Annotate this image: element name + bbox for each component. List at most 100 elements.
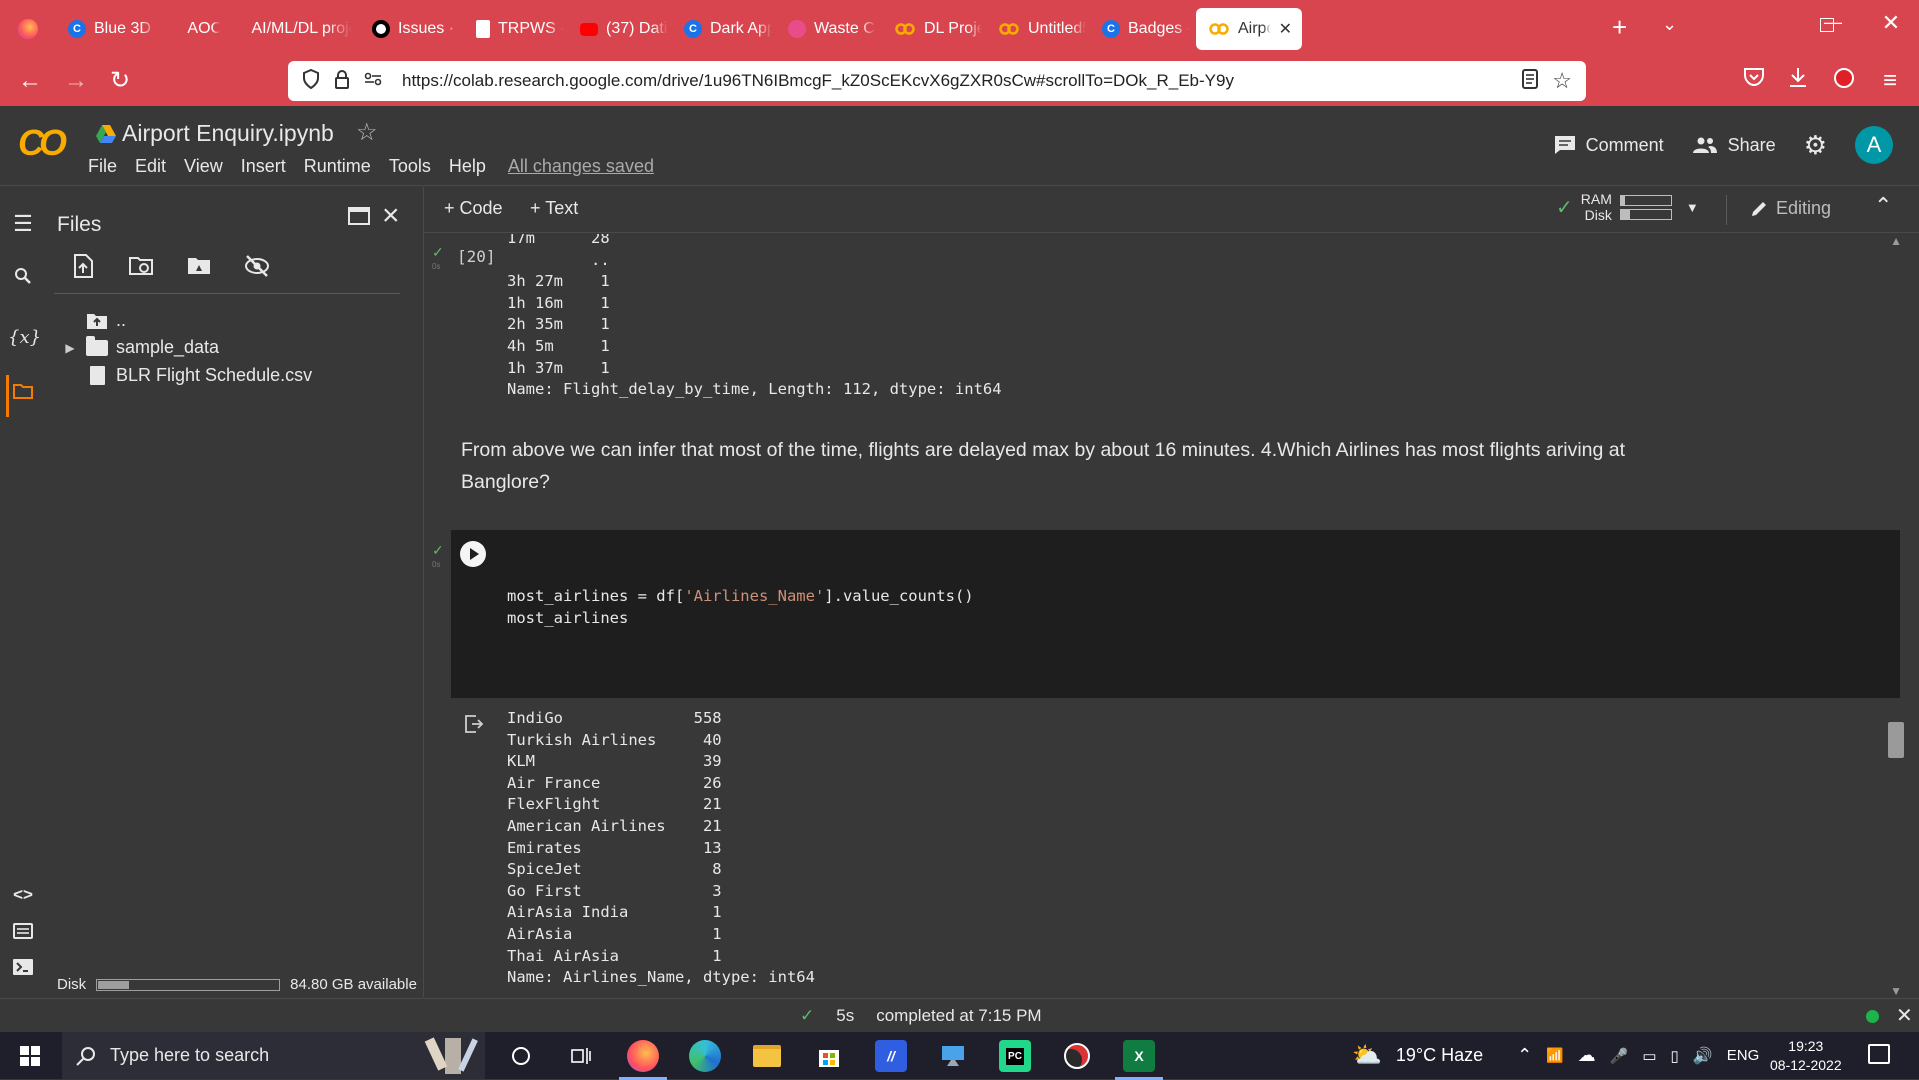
- close-panel-icon[interactable]: ×: [382, 201, 400, 231]
- firefox-taskbar-icon[interactable]: [619, 1040, 667, 1080]
- browser-tab[interactable]: C Badges - C: [1090, 8, 1190, 50]
- restore-icon[interactable]: [1820, 18, 1834, 32]
- close-window-icon[interactable]: ✕: [1876, 10, 1906, 36]
- menu-insert[interactable]: Insert: [241, 156, 286, 177]
- menu-file[interactable]: File: [88, 156, 117, 177]
- tab-list-chevron-icon[interactable]: ⌄: [1662, 14, 1677, 35]
- microphone-icon[interactable]: 🎤: [1610, 1047, 1629, 1065]
- browser-tab[interactable]: Waste Colle: [776, 8, 876, 50]
- forward-icon[interactable]: →: [60, 66, 92, 96]
- pycharm-icon[interactable]: PC: [999, 1040, 1031, 1072]
- onedrive-cloud-icon[interactable]: ☁: [1578, 1045, 1596, 1066]
- avatar[interactable]: A: [1855, 126, 1893, 164]
- back-icon[interactable]: ←: [14, 66, 46, 96]
- reload-icon[interactable]: ↻: [104, 66, 136, 96]
- file-tree-item[interactable]: BLR Flight Schedule.csv: [62, 365, 312, 386]
- table-of-contents-icon[interactable]: ☰: [8, 211, 38, 237]
- browser-tab[interactable]: C Blue 3D Ele: [56, 8, 156, 50]
- execution-status[interactable]: ✓ 5s completed at 7:15 PM: [800, 1006, 1042, 1026]
- share-button[interactable]: Share: [1692, 135, 1776, 156]
- browser-tab[interactable]: (37) Dating: [568, 8, 668, 50]
- task-view-icon[interactable]: [565, 1040, 597, 1072]
- output-actions-icon[interactable]: [464, 714, 484, 734]
- search-icon[interactable]: [8, 267, 38, 290]
- language-indicator[interactable]: ENG: [1727, 1047, 1760, 1064]
- add-code-cell-button[interactable]: + Code: [444, 198, 503, 219]
- variables-icon[interactable]: {x}: [8, 327, 41, 348]
- browser-tab[interactable]: Issues · GDS: [360, 8, 460, 50]
- volume-icon[interactable]: 🔊: [1693, 1046, 1713, 1066]
- bookmark-star-icon[interactable]: ☆: [1552, 68, 1572, 94]
- excel-icon[interactable]: X: [1115, 1040, 1163, 1080]
- browser-tab[interactable]: C Dark App F: [672, 8, 772, 50]
- expand-caret-icon[interactable]: ▶: [62, 341, 78, 355]
- editing-mode-button[interactable]: Editing: [1750, 198, 1831, 219]
- notification-center-icon[interactable]: [1868, 1044, 1890, 1064]
- browser-tab[interactable]: DL Project: [882, 8, 982, 50]
- app-icon-m[interactable]: //: [875, 1040, 907, 1072]
- url-bar[interactable]: https://colab.research.google.com/drive/…: [288, 61, 1586, 101]
- pocket-icon[interactable]: [1738, 66, 1770, 96]
- file-tree-item[interactable]: ▶ sample_data: [62, 335, 219, 358]
- menu-edit[interactable]: Edit: [135, 156, 166, 177]
- comment-button[interactable]: Comment: [1554, 135, 1664, 156]
- terminal-icon[interactable]: [8, 959, 38, 980]
- menu-runtime[interactable]: Runtime: [304, 156, 371, 177]
- shield-icon[interactable]: [302, 68, 320, 94]
- hide-files-icon[interactable]: [244, 253, 270, 279]
- site-permissions-icon[interactable]: [364, 71, 382, 91]
- weather-text[interactable]: 19°C Haze: [1396, 1045, 1483, 1066]
- mount-drive-icon[interactable]: [186, 253, 212, 279]
- code-editor[interactable]: most_airlines = df['Airlines_Name'].valu…: [507, 586, 974, 629]
- windows-start-icon[interactable]: [20, 1046, 40, 1066]
- browser-tab[interactable]: Untitled55.: [986, 8, 1086, 50]
- app-icon-circle[interactable]: [1061, 1040, 1093, 1072]
- notebook-title[interactable]: Airport Enquiry.ipynb: [96, 120, 334, 147]
- menu-tools[interactable]: Tools: [389, 156, 431, 177]
- save-status[interactable]: All changes saved: [508, 156, 654, 177]
- hamburger-menu-icon[interactable]: ≡: [1874, 66, 1906, 96]
- file-explorer-icon[interactable]: [751, 1040, 783, 1072]
- weather-cloud-icon[interactable]: ⛅: [1352, 1041, 1382, 1070]
- parent-folder-row[interactable]: ..: [62, 310, 126, 331]
- markdown-cell[interactable]: From above we can infer that most of the…: [461, 434, 1671, 498]
- reader-view-icon[interactable]: [1522, 68, 1539, 94]
- clock[interactable]: 19:23 08-12-2022: [1770, 1037, 1842, 1075]
- browser-tab[interactable]: TRPWS - H: [464, 8, 564, 50]
- edge-taskbar-icon[interactable]: [689, 1040, 721, 1072]
- scrollbar[interactable]: ▲ ▼: [1888, 234, 1904, 998]
- close-tab-icon[interactable]: ✕: [1279, 19, 1302, 39]
- lock-icon[interactable]: [334, 69, 350, 94]
- refresh-folder-icon[interactable]: [128, 253, 154, 279]
- command-palette-icon[interactable]: [8, 923, 38, 944]
- open-in-tab-icon[interactable]: [348, 207, 370, 225]
- code-cell[interactable]: most_airlines = df['Airlines_Name'].valu…: [451, 530, 1900, 698]
- settings-gear-icon[interactable]: ⚙: [1804, 130, 1827, 161]
- tray-chevron-up-icon[interactable]: ⌃: [1517, 1045, 1532, 1066]
- star-icon[interactable]: ☆: [356, 118, 378, 147]
- close-status-icon[interactable]: ✕: [1896, 1003, 1913, 1028]
- menu-help[interactable]: Help: [449, 156, 486, 177]
- cortana-circle-icon[interactable]: [505, 1040, 537, 1072]
- files-folder-icon[interactable]: [8, 383, 38, 404]
- collapse-chevron-up-icon[interactable]: ⌃: [1874, 193, 1892, 219]
- scroll-thumb[interactable]: [1888, 722, 1904, 758]
- battery-icon[interactable]: ▯: [1671, 1047, 1679, 1065]
- microsoft-store-icon[interactable]: [813, 1040, 845, 1072]
- extension-icon[interactable]: [1828, 66, 1860, 96]
- browser-tab[interactable]: AI/ML/DL proje: [222, 8, 352, 50]
- resources-dropdown-icon[interactable]: ▼: [1686, 200, 1699, 215]
- colab-logo[interactable]: CO: [18, 122, 67, 164]
- resources-indicator[interactable]: ✓ RAM Disk ▼: [1556, 191, 1699, 223]
- firefox-menu[interactable]: [6, 8, 46, 50]
- notebook-content[interactable]: ✓ 0s [20] 17m 28 .. 3h 27m 1 1h 16m 1 2h…: [424, 234, 1904, 998]
- browser-tab[interactable]: AOC: [158, 8, 220, 50]
- display-icon[interactable]: ▭: [1642, 1047, 1656, 1065]
- upload-file-icon[interactable]: [70, 253, 96, 279]
- add-text-cell-button[interactable]: + Text: [530, 198, 578, 219]
- run-cell-play-icon[interactable]: [460, 541, 486, 567]
- new-tab-button[interactable]: +: [1612, 12, 1627, 42]
- browser-tab-active[interactable]: Airport E ✕: [1196, 8, 1302, 50]
- code-snippets-icon[interactable]: <>: [8, 885, 38, 905]
- downloads-icon[interactable]: [1782, 66, 1814, 96]
